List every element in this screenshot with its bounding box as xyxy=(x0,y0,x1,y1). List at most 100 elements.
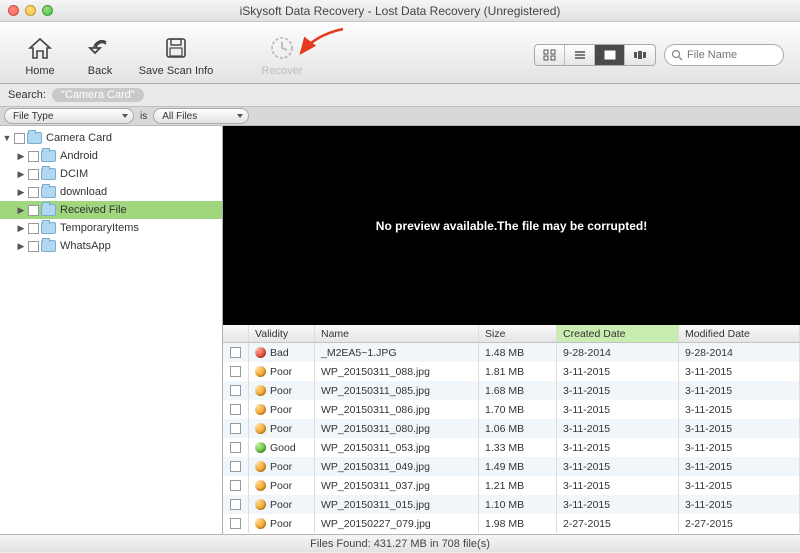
file-created: 3-11-2015 xyxy=(557,457,679,476)
tree-node[interactable]: ▶ Received File xyxy=(0,201,222,219)
file-created: 3-11-2015 xyxy=(557,362,679,381)
checkbox[interactable] xyxy=(28,241,39,252)
back-button[interactable]: Back xyxy=(70,27,130,83)
search-input[interactable] xyxy=(687,49,777,61)
folder-tree[interactable]: ▼ Camera Card ▶Android▶DCIM▶download▶Rec… xyxy=(0,126,223,534)
home-icon xyxy=(25,33,55,63)
table-row[interactable]: PoorWP_20150311_080.jpg1.06 MB3-11-20153… xyxy=(223,419,800,438)
disclosure-triangle-icon[interactable]: ▶ xyxy=(16,241,26,252)
folder-icon xyxy=(27,132,42,144)
table-row[interactable]: PoorWP_20150311_088.jpg1.81 MB3-11-20153… xyxy=(223,362,800,381)
validity-dot-icon xyxy=(255,461,266,472)
view-grid-button[interactable] xyxy=(535,45,565,65)
table-row[interactable]: Bad_M2EA5~1.JPG1.48 MB9-28-20149-28-2014 xyxy=(223,343,800,362)
filter-op: is xyxy=(140,111,147,122)
file-name: WP_20150311_085.jpg xyxy=(315,381,479,400)
filter-value-select[interactable]: All Files xyxy=(153,108,249,124)
table-row[interactable]: PoorWP_20150311_085.jpg1.68 MB3-11-20153… xyxy=(223,381,800,400)
table-row[interactable]: PoorWP_20150311_049.jpg1.49 MB3-11-20153… xyxy=(223,457,800,476)
titlebar: iSkysoft Data Recovery - Lost Data Recov… xyxy=(0,0,800,22)
col-validity[interactable]: Validity xyxy=(249,325,315,342)
disclosure-triangle-icon[interactable]: ▶ xyxy=(16,205,26,216)
tree-node-label: Received File xyxy=(60,204,127,216)
file-name: WP_20150311_049.jpg xyxy=(315,457,479,476)
tree-node-label: DCIM xyxy=(60,168,88,180)
file-size: 1.21 MB xyxy=(479,476,557,495)
checkbox[interactable] xyxy=(14,133,25,144)
disclosure-triangle-icon[interactable]: ▶ xyxy=(16,151,26,162)
back-icon xyxy=(85,33,115,63)
view-coverflow-button[interactable] xyxy=(625,45,655,65)
table-row[interactable]: PoorWP_20150311_086.jpg1.70 MB3-11-20153… xyxy=(223,400,800,419)
view-mode-segmented xyxy=(534,44,656,66)
filter-field-select[interactable]: File Type xyxy=(4,108,134,124)
file-modified: 3-11-2015 xyxy=(679,476,800,495)
tree-node[interactable]: ▶Android xyxy=(0,147,222,165)
table-row[interactable]: PoorWP_20150227_079.jpg1.98 MB2-27-20152… xyxy=(223,514,800,533)
checkbox[interactable] xyxy=(28,187,39,198)
table-row[interactable]: PoorWP_20150311_037.jpg1.21 MB3-11-20153… xyxy=(223,476,800,495)
file-rows[interactable]: Bad_M2EA5~1.JPG1.48 MB9-28-20149-28-2014… xyxy=(223,343,800,534)
checkbox[interactable] xyxy=(230,347,241,358)
search-label: Search: xyxy=(8,89,46,101)
checkbox[interactable] xyxy=(230,518,241,529)
checkbox[interactable] xyxy=(28,205,39,216)
disclosure-triangle-icon[interactable]: ▶ xyxy=(16,187,26,198)
tree-root[interactable]: ▼ Camera Card xyxy=(0,129,222,147)
checkbox[interactable] xyxy=(230,366,241,377)
file-created: 3-11-2015 xyxy=(557,381,679,400)
validity-dot-icon xyxy=(255,499,266,510)
checkbox[interactable] xyxy=(230,423,241,434)
checkbox[interactable] xyxy=(230,404,241,415)
folder-icon xyxy=(41,204,56,216)
disclosure-triangle-icon[interactable]: ▶ xyxy=(16,223,26,234)
file-modified: 3-11-2015 xyxy=(679,381,800,400)
file-name: WP_20150311_053.jpg xyxy=(315,438,479,457)
view-list-button[interactable] xyxy=(565,45,595,65)
file-modified: 3-11-2015 xyxy=(679,419,800,438)
validity-dot-icon xyxy=(255,480,266,491)
validity-dot-icon xyxy=(255,385,266,396)
zoom-window-button[interactable] xyxy=(42,5,53,16)
file-name: WP_20150311_086.jpg xyxy=(315,400,479,419)
validity-label: Poor xyxy=(270,480,292,492)
tree-node[interactable]: ▶download xyxy=(0,183,222,201)
checkbox[interactable] xyxy=(230,480,241,491)
checkbox[interactable] xyxy=(230,442,241,453)
search-field[interactable] xyxy=(664,44,784,66)
col-size[interactable]: Size xyxy=(479,325,557,342)
save-scan-info-button[interactable]: Save Scan Info xyxy=(130,27,222,83)
table-row[interactable]: GoodWP_20150311_053.jpg1.33 MB3-11-20153… xyxy=(223,438,800,457)
search-tag[interactable]: "Camera Card" xyxy=(52,88,144,102)
disclosure-triangle-icon[interactable]: ▶ xyxy=(16,169,26,180)
checkbox[interactable] xyxy=(28,151,39,162)
checkbox[interactable] xyxy=(28,223,39,234)
checkbox[interactable] xyxy=(230,499,241,510)
disclosure-triangle-icon[interactable]: ▼ xyxy=(2,133,12,143)
validity-dot-icon xyxy=(255,347,266,358)
table-row[interactable]: PoorWP_20150311_015.jpg1.10 MB3-11-20153… xyxy=(223,495,800,514)
file-size: 1.81 MB xyxy=(479,362,557,381)
close-window-button[interactable] xyxy=(8,5,19,16)
col-name[interactable]: Name xyxy=(315,325,479,342)
tree-node[interactable]: ▶ DCIM xyxy=(0,165,222,183)
home-label: Home xyxy=(25,65,54,77)
validity-dot-icon xyxy=(255,518,266,529)
checkbox[interactable] xyxy=(230,461,241,472)
col-created[interactable]: Created Date xyxy=(557,325,679,342)
tree-node[interactable]: ▶ WhatsApp xyxy=(0,237,222,255)
folder-icon xyxy=(41,150,56,162)
checkbox[interactable] xyxy=(28,169,39,180)
tree-node-label: WhatsApp xyxy=(60,240,111,252)
minimize-window-button[interactable] xyxy=(25,5,36,16)
col-modified[interactable]: Modified Date xyxy=(679,325,800,342)
checkbox[interactable] xyxy=(230,385,241,396)
file-created: 3-11-2015 xyxy=(557,400,679,419)
view-columns-button[interactable] xyxy=(595,45,625,65)
recover-button[interactable]: Recover xyxy=(252,27,312,83)
home-button[interactable]: Home xyxy=(10,27,70,83)
validity-label: Poor xyxy=(270,499,292,511)
tree-root-label: Camera Card xyxy=(46,132,112,144)
tree-node[interactable]: ▶TemporaryItems xyxy=(0,219,222,237)
validity-label: Bad xyxy=(270,347,289,359)
